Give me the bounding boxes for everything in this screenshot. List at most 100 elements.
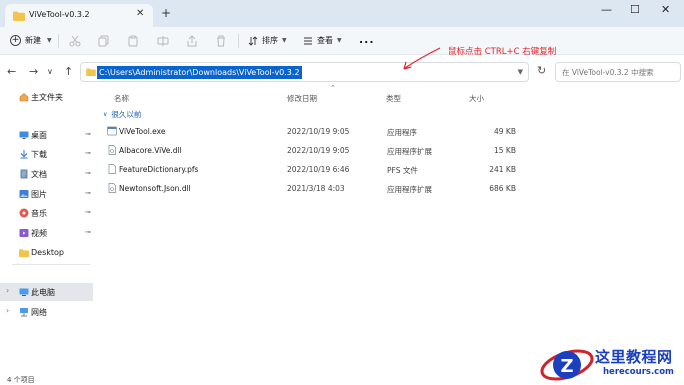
- navigation-row: ← → ∨ ↑ C:\Users\Administrator\Downloads…: [0, 56, 684, 88]
- command-bar: + 新建 ▼ 排序 ▼ 查看 ▼ ...: [0, 27, 684, 55]
- address-bar[interactable]: C:\Users\Administrator\Downloads\ViVeToo…: [80, 62, 529, 82]
- sidebar-item-label: 视频: [31, 229, 47, 238]
- column-header-type[interactable]: 类型: [386, 93, 401, 104]
- back-arrow-icon[interactable]: ←: [7, 65, 16, 78]
- column-header-date[interactable]: 修改日期: [287, 93, 317, 104]
- cut-icon[interactable]: [69, 35, 81, 47]
- table-row[interactable]: Albacore.ViVe.dll 2022/10/19 9:05 应用程序扩展…: [103, 141, 523, 159]
- pin-icon: ⊸: [85, 189, 91, 197]
- new-label: 新建: [25, 36, 41, 45]
- sidebar-item-desktop[interactable]: 桌面 ⊸: [0, 126, 93, 144]
- pin-icon: ⊸: [85, 169, 91, 177]
- tab-vivetool[interactable]: ViVeTool-v0.3.2 ✕: [5, 4, 153, 27]
- pin-icon: ⊸: [85, 208, 91, 216]
- divider: [238, 34, 239, 48]
- view-button[interactable]: 查看 ▼: [303, 35, 342, 46]
- sidebar-item-label: 下载: [31, 150, 47, 159]
- view-label: 查看: [317, 36, 333, 45]
- watermark-logo-letter: Z: [560, 356, 573, 377]
- file-type: PFS 文件: [387, 166, 418, 175]
- file-icon: [108, 164, 116, 174]
- videos-icon: [19, 229, 29, 237]
- folder-icon: [19, 249, 29, 258]
- file-list: ⌃ 名称 修改日期 类型 大小 ∨ 很久以前 ViVeTool.exe 2022…: [93, 84, 684, 373]
- navigation-pane: 主文件夹 桌面 ⊸ 下载 ⊸ 文档 ⊸ 图片 ⊸ 音乐 ⊸ 视频 ⊸ Deskt…: [0, 88, 93, 373]
- sidebar-item-label: 主文件夹: [31, 93, 63, 102]
- home-icon: [19, 93, 29, 102]
- file-size: 686 KB: [489, 184, 516, 193]
- sidebar-item-desktop-folder[interactable]: Desktop: [0, 244, 93, 262]
- title-bar: ViVeTool-v0.3.2 ✕ + — ☐ ✕: [0, 0, 684, 27]
- divider: [58, 34, 59, 48]
- close-button[interactable]: ✕: [661, 3, 670, 16]
- tab-close-icon[interactable]: ✕: [136, 8, 144, 19]
- more-options-button[interactable]: ...: [359, 33, 375, 46]
- up-arrow-icon[interactable]: ↑: [64, 65, 73, 78]
- file-name: Newtonsoft.Json.dll: [119, 184, 191, 193]
- share-icon[interactable]: [186, 35, 198, 47]
- plus-icon: +: [10, 35, 21, 46]
- sidebar-item-pictures[interactable]: 图片 ⊸: [0, 185, 93, 203]
- chevron-down-icon: ∨: [103, 111, 108, 118]
- sidebar-item-label: 图片: [31, 190, 47, 199]
- sort-label: 排序: [262, 36, 278, 45]
- delete-icon[interactable]: [215, 35, 227, 47]
- group-label: 很久以前: [111, 110, 142, 119]
- search-input[interactable]: [556, 63, 680, 81]
- recent-chevron-icon[interactable]: ∨: [47, 67, 53, 76]
- rename-icon[interactable]: [157, 35, 169, 47]
- new-button[interactable]: + 新建 ▼: [10, 35, 52, 46]
- pin-icon: ⊸: [85, 130, 91, 138]
- sort-icon: [248, 35, 258, 46]
- view-icon: [304, 37, 312, 44]
- column-header-name[interactable]: 名称: [114, 93, 129, 104]
- sidebar-item-label: 此电脑: [31, 288, 55, 297]
- new-tab-button[interactable]: +: [161, 6, 171, 20]
- file-name: ViVeTool.exe: [119, 127, 166, 136]
- dll-icon: [108, 145, 116, 155]
- forward-arrow-icon[interactable]: →: [29, 65, 38, 78]
- column-header-size[interactable]: 大小: [469, 93, 484, 104]
- file-size: 15 KB: [494, 146, 516, 155]
- watermark-site: herecours.com: [603, 367, 674, 377]
- tab-title: ViVeTool-v0.3.2: [29, 10, 90, 19]
- address-path[interactable]: C:\Users\Administrator\Downloads\ViVeToo…: [97, 66, 302, 79]
- sidebar-item-music[interactable]: 音乐 ⊸: [0, 204, 93, 222]
- minimize-button[interactable]: —: [601, 3, 612, 16]
- expand-chevron-icon[interactable]: ›: [6, 306, 9, 315]
- desktop-icon: [19, 131, 29, 139]
- sidebar-item-videos[interactable]: 视频 ⊸: [0, 224, 93, 242]
- sort-button[interactable]: 排序 ▼: [248, 35, 287, 46]
- folder-icon: [86, 68, 96, 76]
- copy-icon[interactable]: [98, 35, 110, 47]
- refresh-icon[interactable]: ↻: [537, 64, 546, 77]
- file-date: 2022/10/19 9:05: [287, 146, 350, 155]
- chevron-down-icon: ▼: [282, 37, 287, 44]
- network-icon: [20, 308, 28, 317]
- exe-icon: [107, 126, 117, 136]
- sidebar-item-network[interactable]: › 网络: [0, 303, 93, 321]
- sort-caret-icon: ⌃: [330, 84, 336, 92]
- sidebar-item-downloads[interactable]: 下载 ⊸: [0, 145, 93, 163]
- maximize-button[interactable]: ☐: [630, 3, 640, 16]
- documents-icon: [20, 169, 28, 179]
- sidebar-item-documents[interactable]: 文档 ⊸: [0, 165, 93, 183]
- table-row[interactable]: ViVeTool.exe 2022/10/19 9:05 应用程序 49 KB: [103, 122, 523, 140]
- expand-chevron-icon[interactable]: ›: [6, 286, 9, 295]
- search-box[interactable]: [555, 62, 681, 82]
- divider: [12, 264, 90, 265]
- watermark-title: 这里教程网: [595, 348, 673, 366]
- sidebar-item-label: 音乐: [31, 209, 47, 218]
- chevron-down-icon: ▼: [47, 37, 52, 44]
- sidebar-item-home[interactable]: 主文件夹: [0, 88, 93, 106]
- pin-icon: ⊸: [85, 228, 91, 236]
- paste-icon[interactable]: [127, 35, 139, 47]
- chevron-down-icon[interactable]: ▼: [518, 68, 523, 76]
- sidebar-item-this-pc[interactable]: › 此电脑: [0, 283, 93, 301]
- table-row[interactable]: Newtonsoft.Json.dll 2021/3/18 4:03 应用程序扩…: [103, 179, 523, 197]
- download-icon: [20, 150, 28, 159]
- file-size: 241 KB: [489, 165, 516, 174]
- table-row[interactable]: FeatureDictionary.pfs 2022/10/19 6:46 PF…: [103, 160, 523, 178]
- group-header[interactable]: ∨ 很久以前: [103, 109, 141, 120]
- status-item-count: 4 个项目: [7, 376, 35, 384]
